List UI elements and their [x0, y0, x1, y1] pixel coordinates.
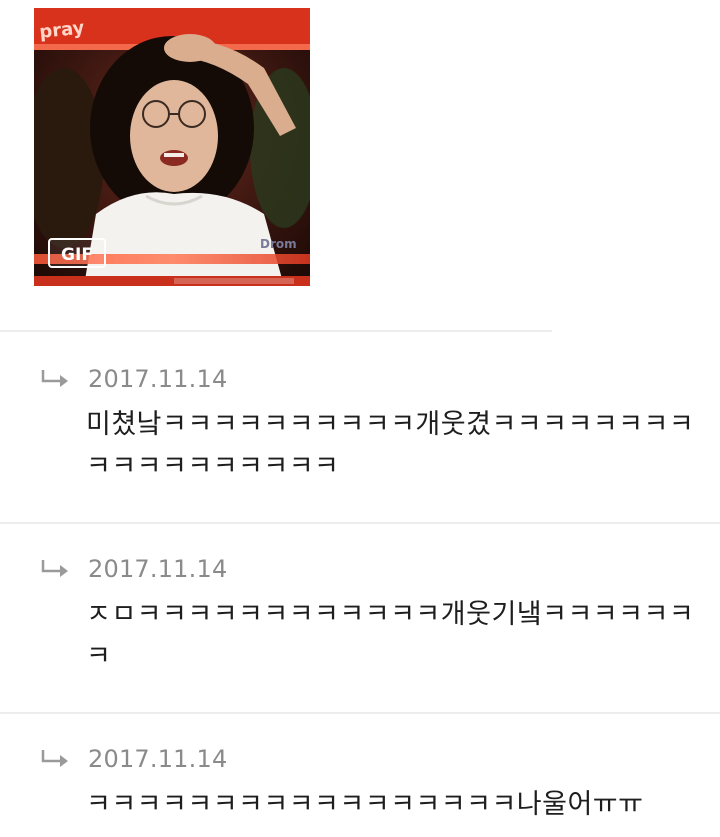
reply-text: ㅈㅁㅋㅋㅋㅋㅋㅋㅋㅋㅋㅋㅋㅋ개웃기냌ㅋㅋㅋㅋㅋㅋㅋ — [86, 599, 695, 672]
reply-arrow-icon — [41, 750, 68, 767]
reply-meta: 2017.11.14 — [40, 744, 227, 774]
divider — [0, 330, 552, 332]
reply-comment: 2017.11.14 ㅈㅁㅋㅋㅋㅋㅋㅋㅋㅋㅋㅋㅋㅋ개웃기냌ㅋㅋㅋㅋㅋㅋㅋ — [0, 554, 720, 704]
reply-date: 2017.11.14 — [88, 555, 228, 583]
svg-text:Drom: Drom — [260, 237, 297, 251]
reply-date: 2017.11.14 — [88, 745, 228, 773]
reply-text: ㅋㅋㅋㅋㅋㅋㅋㅋㅋㅋㅋㅋㅋㅋㅋㅋㅋ나울어ㅠㅠ — [86, 789, 644, 820]
reply-date: 2017.11.14 — [88, 365, 228, 393]
reply-arrow-icon — [41, 370, 68, 387]
reply-comment: 2017.11.14 ㅋㅋㅋㅋㅋㅋㅋㅋㅋㅋㅋㅋㅋㅋㅋㅋㅋ나울어ㅠㅠ — [0, 744, 720, 837]
reply-meta: 2017.11.14 — [40, 364, 227, 394]
reply-arrow-icon — [41, 560, 68, 577]
reply-meta: 2017.11.14 — [40, 554, 227, 584]
reply-comment: 2017.11.14 미쳤낰ㅋㅋㅋㅋㅋㅋㅋㅋㅋㅋ개웃겼ㅋㅋㅋㅋㅋㅋㅋㅋㅋㅋㅋㅋㅋ… — [0, 364, 720, 514]
divider — [0, 522, 720, 524]
reply-text: 미쳤낰ㅋㅋㅋㅋㅋㅋㅋㅋㅋㅋ개웃겼ㅋㅋㅋㅋㅋㅋㅋㅋㅋㅋㅋㅋㅋㅋㅋㅋㅋㅋ — [86, 409, 695, 482]
post-gif-image[interactable]: pray Drom GIF — [34, 8, 310, 286]
gif-badge: GIF — [48, 238, 106, 268]
divider — [0, 712, 720, 714]
